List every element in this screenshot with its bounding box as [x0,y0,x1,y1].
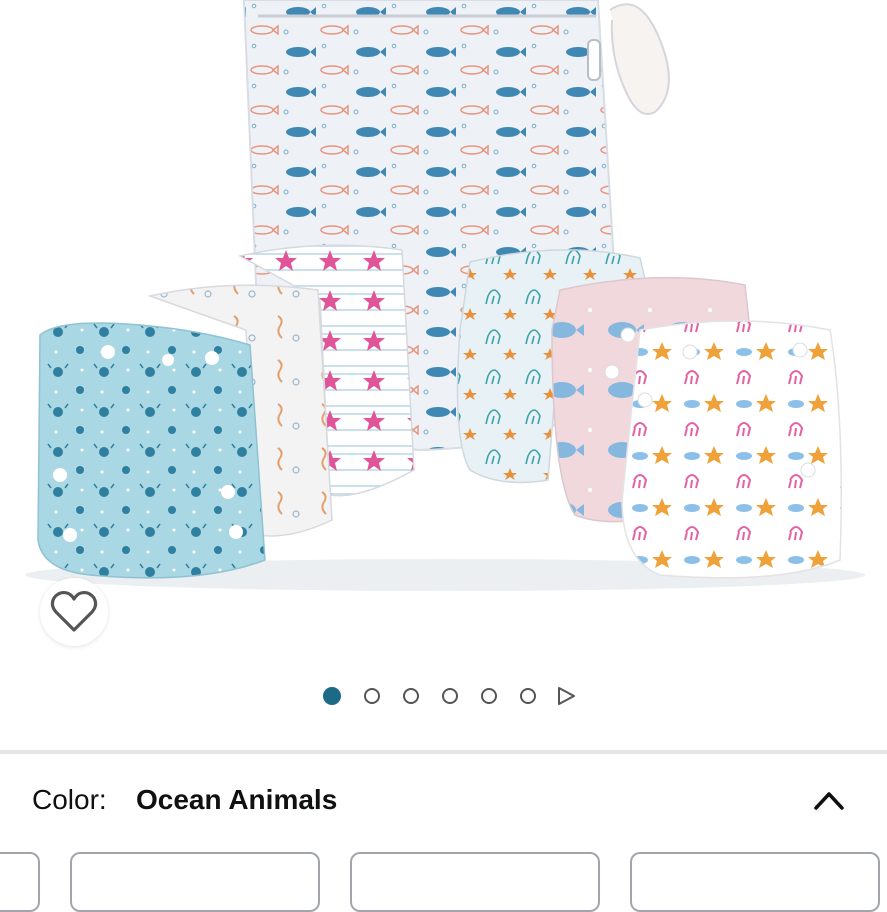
play-icon[interactable] [556,686,576,706]
carousel-dot-3[interactable] [403,688,419,704]
product-image-gallery [0,0,887,750]
carousel-dot-5[interactable] [481,688,497,704]
color-label: Color: [32,784,107,815]
color-variation-header[interactable]: Color: Ocean Animals [0,768,887,832]
color-swatch[interactable] [70,852,320,912]
carousel-dot-1[interactable] [323,687,341,705]
heart-outline-icon [50,590,98,632]
chevron-up-icon[interactable] [806,780,852,820]
color-swatch-partial[interactable] [0,852,40,912]
carousel-dot-4[interactable] [442,688,458,704]
section-divider [0,750,887,754]
carousel-indicators [0,686,887,706]
color-swatch-list [0,852,887,912]
color-swatch[interactable] [350,852,600,912]
color-swatch[interactable] [630,852,880,912]
selected-color-value: Ocean Animals [136,784,338,815]
carousel-dot-6[interactable] [520,688,536,704]
carousel-dot-2[interactable] [364,688,380,704]
wishlist-button[interactable] [40,578,108,646]
product-image[interactable] [0,0,887,600]
